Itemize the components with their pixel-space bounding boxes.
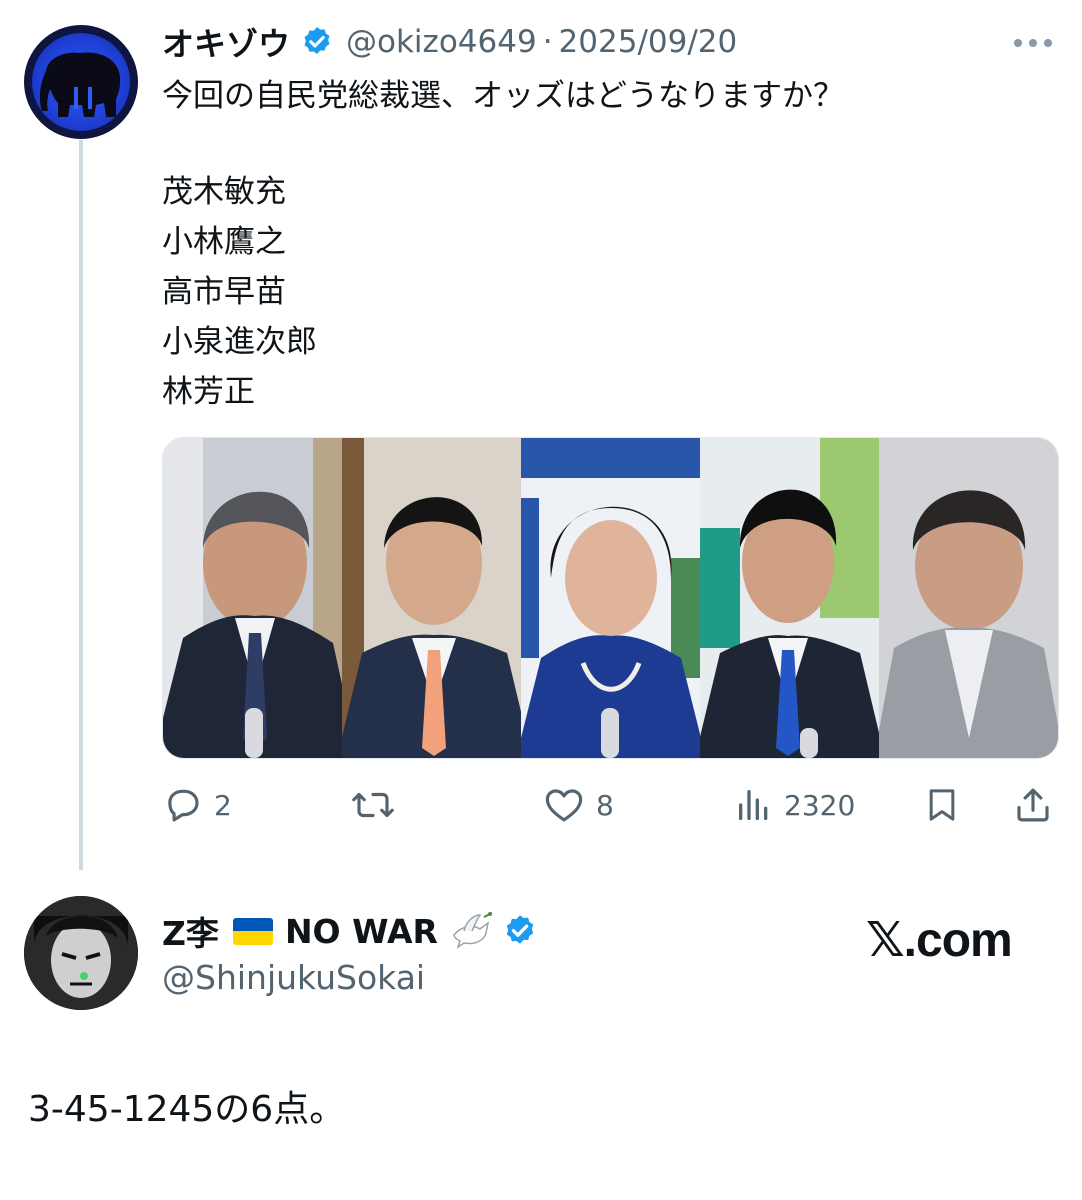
- tweet-question: 今回の自民党総裁選、オッズはどうなりますか？: [162, 78, 844, 114]
- share-button[interactable]: [1012, 780, 1054, 830]
- dove-icon: [450, 911, 494, 951]
- reply-icon: [168, 789, 199, 822]
- reply-count: 2: [214, 788, 232, 822]
- reply-author-avatar[interactable]: [24, 896, 138, 1010]
- author-handle[interactable]: @okizo4649: [346, 24, 537, 60]
- header-separator: ·: [542, 24, 553, 60]
- tweet-action-bar: 2 8 2320: [162, 780, 1057, 830]
- elephant-icon: [32, 33, 130, 131]
- reply-button[interactable]: 2: [162, 780, 232, 830]
- tweet-header: オキゾウ @okizo4649 · 2025/09/20: [162, 20, 737, 64]
- views-chart-icon: [739, 790, 768, 820]
- views-count: 2320: [784, 788, 856, 822]
- author-avatar[interactable]: [24, 25, 138, 139]
- candidate-photo: [879, 438, 1058, 758]
- candidate-name: 小泉進次郎: [162, 324, 317, 360]
- verified-badge-icon: [502, 913, 538, 949]
- retweet-icon: [352, 792, 394, 818]
- share-icon: [1017, 788, 1049, 822]
- reply-header: Z李 NO WAR: [162, 908, 538, 954]
- candidate-photo: [521, 438, 700, 758]
- author-display-name[interactable]: オキゾウ: [162, 19, 290, 65]
- no-war-text: NO WAR: [284, 911, 438, 951]
- candidate-name: 高市早苗: [162, 274, 286, 310]
- like-count: 8: [596, 788, 614, 822]
- retweet-button[interactable]: [350, 780, 406, 830]
- heart-icon: [545, 789, 583, 822]
- tweet-media-image[interactable]: [162, 437, 1059, 759]
- candidate-name: 林芳正: [162, 374, 255, 410]
- thread-connector-line: [79, 140, 83, 870]
- candidate-name: 小林鷹之: [162, 224, 286, 260]
- x-com-watermark: 𝕏.com: [866, 914, 1013, 967]
- candidate-photo: [342, 438, 521, 758]
- like-button[interactable]: 8: [542, 780, 614, 830]
- views-button[interactable]: 2320: [734, 780, 855, 830]
- bookmark-button[interactable]: [922, 780, 962, 830]
- tweet-date[interactable]: 2025/09/20: [559, 24, 738, 60]
- ukraine-flag-icon: [232, 917, 273, 945]
- candidate-name: 茂木敏充: [162, 174, 286, 210]
- bookmark-icon: [929, 789, 955, 821]
- reply-text: 3-45-1245の6点。: [28, 1089, 346, 1130]
- candidate-photo: [700, 438, 879, 758]
- verified-badge-icon: [300, 25, 334, 59]
- candidate-photo: [163, 438, 342, 758]
- more-options-icon[interactable]: [1012, 34, 1054, 52]
- reply-author-handle[interactable]: @ShinjukuSokai: [162, 958, 425, 997]
- reply-author-display-name[interactable]: Z李: [162, 907, 219, 955]
